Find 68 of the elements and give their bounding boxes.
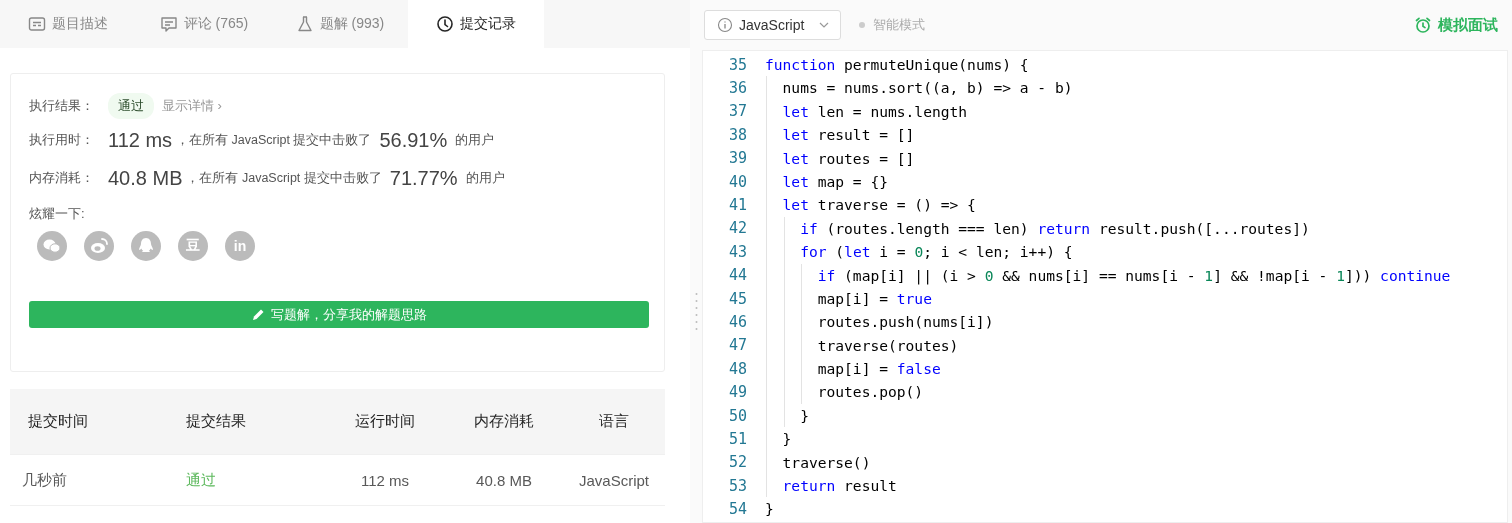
line-number: 51 xyxy=(727,429,747,448)
stat-value: 112 ms xyxy=(108,128,173,152)
smart-mode-toggle[interactable]: 智能模式 xyxy=(873,16,926,34)
clock-icon xyxy=(436,15,454,33)
line-number: 52 xyxy=(727,453,747,472)
column-header: 内存消耗 xyxy=(473,412,535,431)
line-number: 38 xyxy=(727,125,747,144)
line-number: 36 xyxy=(727,79,747,98)
flask-icon xyxy=(295,15,314,33)
line-number: 40 xyxy=(727,172,747,191)
line-number: 44 xyxy=(727,266,747,285)
line-number: 45 xyxy=(727,289,747,308)
table-cell-text: JavaScript xyxy=(578,471,650,489)
stat-text: ，在所有 JavaScript 提交中击败了 xyxy=(186,169,382,187)
penguin-icon[interactable] xyxy=(131,231,161,261)
line-number: 43 xyxy=(727,242,747,261)
mock-interview-button[interactable]: 模拟面试 xyxy=(1414,15,1498,35)
tab[interactable]: 评论 (765) xyxy=(136,0,272,48)
field-label: 内存消耗： xyxy=(29,169,95,187)
write-solution-button[interactable]: 写题解，分享我的解题思路 xyxy=(29,301,649,328)
status-badge: 通过 xyxy=(108,93,154,119)
drag-handle-icon[interactable] xyxy=(694,291,698,332)
stat-percent: 56.91% xyxy=(379,128,448,152)
line-number: 54 xyxy=(727,500,747,519)
share-label: 炫耀一下: xyxy=(29,205,86,223)
code-line: } xyxy=(765,499,774,520)
alarm-clock-icon xyxy=(1414,16,1432,34)
wechat-icon[interactable] xyxy=(37,231,67,261)
column-header: 提交时间 xyxy=(27,412,89,431)
card-icon xyxy=(28,15,46,33)
share-button[interactable]: 豆 xyxy=(178,231,208,261)
field-label: 执行结果： xyxy=(29,97,95,115)
tab[interactable]: 题目描述 xyxy=(0,0,136,48)
line-number: 48 xyxy=(727,359,747,378)
pencil-icon xyxy=(251,307,265,322)
stat-text: 的用户 xyxy=(455,131,495,149)
line-number: 47 xyxy=(727,336,747,355)
details-link[interactable]: 显示详情 › xyxy=(162,97,222,115)
tab[interactable]: 题解 (993) xyxy=(272,0,408,48)
table-cell-text: 通过 xyxy=(185,470,217,490)
line-number: 37 xyxy=(727,102,747,121)
table-cell-text: 112 ms xyxy=(359,471,411,489)
line-number: 39 xyxy=(727,149,747,168)
language-dropdown[interactable]: JavaScript xyxy=(704,10,842,40)
share-button[interactable]: in xyxy=(225,231,255,261)
line-number: 42 xyxy=(727,219,747,238)
stat-percent: 71.77% xyxy=(389,166,458,190)
column-header: 语言 xyxy=(598,412,630,431)
stat-text: 的用户 xyxy=(465,169,505,187)
comment-icon xyxy=(159,15,178,33)
weibo-icon[interactable] xyxy=(84,231,114,261)
field-label: 执行用时： xyxy=(29,131,95,149)
line-number: 49 xyxy=(727,383,747,402)
table-cell-text: 几秒前 xyxy=(21,470,68,490)
tab[interactable]: 提交记录 xyxy=(408,0,544,48)
line-number: 35 xyxy=(727,55,747,74)
line-number: 53 xyxy=(727,476,747,495)
code-line: function permuteUnique(nums) { xyxy=(765,55,1029,75)
column-header: 提交结果 xyxy=(185,412,247,431)
line-number: 50 xyxy=(727,406,747,425)
info-icon xyxy=(717,17,733,33)
table-cell-text: 40.8 MB xyxy=(475,471,533,489)
stat-text: ，在所有 JavaScript 提交中击败了 xyxy=(176,131,372,149)
stat-value: 40.8 MB xyxy=(108,166,183,190)
line-number: 46 xyxy=(727,313,747,331)
line-number: 41 xyxy=(727,196,747,215)
column-header: 运行时间 xyxy=(354,412,416,431)
code-editor[interactable] xyxy=(702,50,1508,523)
